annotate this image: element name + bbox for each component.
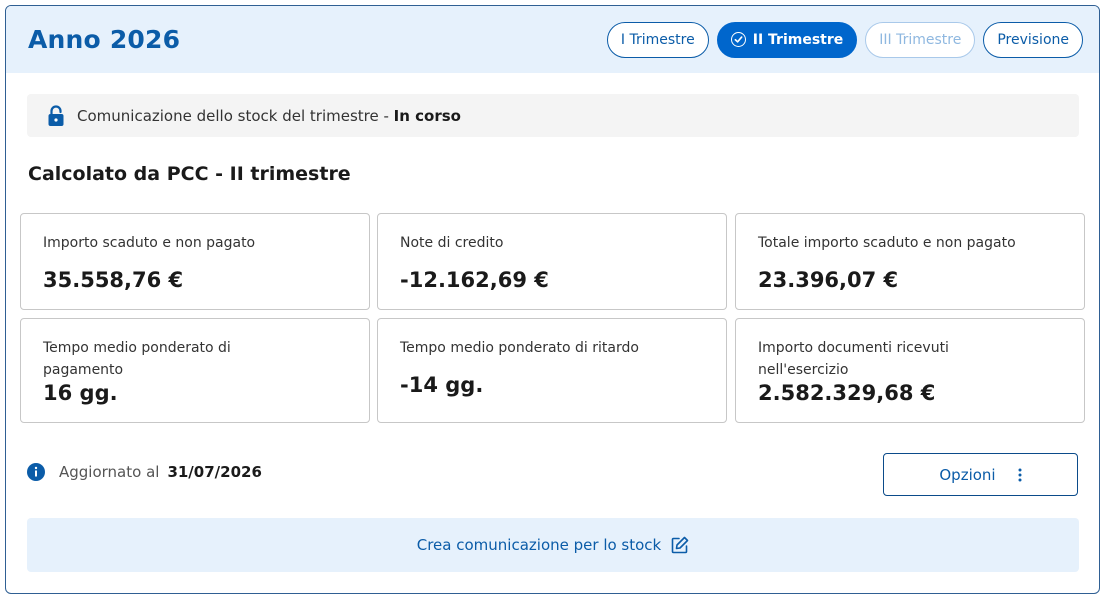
stock-card: Anno 2026 I Trimestre II Trimestre III T… — [5, 5, 1100, 594]
updated-date: 31/07/2026 — [167, 463, 262, 481]
check-circle-icon — [730, 32, 746, 47]
updated-label: Aggiornato al — [59, 463, 160, 481]
metric-value: -12.162,69 € — [400, 268, 549, 292]
year-title: Anno 2026 — [28, 25, 181, 54]
tab-label: Previsione — [997, 31, 1069, 48]
metric-value: 16 gg. — [43, 381, 118, 405]
metric-label: Tempo medio ponderato di ritardo — [400, 340, 639, 356]
metric-tile: Tempo medio ponderato di pagamento 16 gg… — [20, 318, 370, 423]
metric-value: -14 gg. — [400, 373, 484, 397]
metric-tile: Importo scaduto e non pagato 35.558,76 € — [20, 213, 370, 310]
info-icon — [27, 463, 45, 481]
metric-value: 23.396,07 € — [758, 268, 899, 292]
create-stock-communication-button[interactable]: Crea comunicazione per lo stock — [27, 518, 1079, 572]
create-label: Crea comunicazione per lo stock — [416, 536, 662, 554]
tab-forecast[interactable]: Previsione — [983, 21, 1083, 58]
tab-second-quarter[interactable]: II Trimestre — [716, 21, 858, 58]
status-text: Comunicazione dello stock del trimestre — [77, 106, 379, 125]
last-updated: Aggiornato al 31/07/2026 — [27, 463, 262, 481]
status-separator: - — [378, 106, 394, 125]
section-title: Calcolato da PCC - II trimestre — [28, 163, 351, 185]
metric-label: Importo scaduto e non pagato — [43, 235, 256, 251]
metric-label: Importo documenti ricevuti nell'esercizi… — [758, 340, 949, 378]
tab-label: II Trimestre — [752, 31, 844, 48]
edit-icon — [671, 536, 689, 554]
metric-tile: Importo documenti ricevuti nell'esercizi… — [735, 318, 1085, 423]
quarter-tabs: I Trimestre II Trimestre III Trimestre P… — [606, 21, 1083, 58]
status-banner: Comunicazione dello stock del trimestre … — [27, 94, 1079, 137]
metric-tile: Note di credito -12.162,69 € — [377, 213, 727, 310]
metric-tile: Tempo medio ponderato di ritardo -14 gg. — [377, 318, 727, 423]
metric-label: Totale importo scaduto e non pagato — [758, 235, 1016, 251]
tab-first-quarter[interactable]: I Trimestre — [606, 21, 709, 58]
tab-label: III Trimestre — [879, 31, 962, 48]
more-vertical-icon — [1018, 468, 1022, 482]
options-button[interactable]: Opzioni — [883, 453, 1078, 496]
tab-label: I Trimestre — [620, 31, 695, 48]
status-state: In corso — [393, 106, 461, 125]
metric-label: Note di credito — [400, 235, 504, 251]
metric-label: Tempo medio ponderato di pagamento — [43, 340, 231, 378]
lock-icon — [47, 104, 65, 127]
metric-tile: Totale importo scaduto e non pagato 23.3… — [735, 213, 1085, 310]
metric-value: 35.558,76 € — [43, 268, 184, 292]
options-label: Opzioni — [939, 465, 996, 484]
metric-value: 2.582.329,68 € — [758, 381, 936, 405]
tab-third-quarter: III Trimestre — [865, 21, 976, 58]
card-header: Anno 2026 I Trimestre II Trimestre III T… — [6, 6, 1099, 73]
